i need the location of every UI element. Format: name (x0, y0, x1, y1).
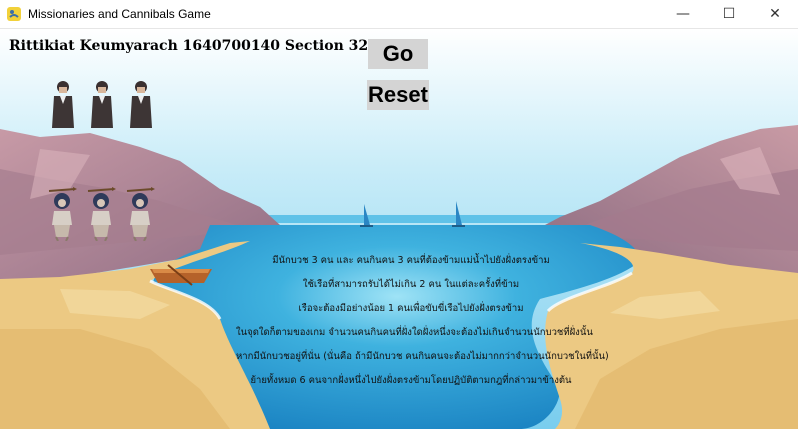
pygame-snake-icon (7, 7, 21, 21)
window-title: Missionaries and Cannibals Game (28, 7, 211, 21)
minimize-button[interactable]: — (660, 0, 706, 28)
rule-line: ใช้เรือที่สามารถรับได้ไม่เกิน 2 คน ในแต่… (302, 279, 520, 290)
reset-button[interactable]: Reset (367, 80, 429, 110)
cannibal-2[interactable] (86, 185, 116, 245)
missionary-1[interactable] (50, 78, 76, 134)
rule-line: หากมีนักบวชอยู่ที่นั่น (นั่นคือ ถ้ามีนัก… (236, 351, 609, 362)
author-credit: Rittikiat Keumyarach 1640700140 Section … (9, 38, 390, 54)
missionary-2[interactable] (89, 78, 115, 134)
close-button[interactable]: ✕ (752, 0, 798, 28)
rule-line: ย้ายทั้งหมด 6 คนจากฝั่งหนึ่งไปยังฝั่งตรง… (250, 375, 572, 386)
rule-line: มีนักบวช 3 คน และ คนกินคน 3 คนที่ต้องข้า… (272, 255, 550, 266)
rules-text: มีนักบวช 3 คน และ คนกินคน 3 คนที่ต้องข้า… (236, 249, 609, 393)
rowboat[interactable] (148, 263, 214, 291)
go-button[interactable]: Go (368, 39, 428, 69)
maximize-button[interactable]: ☐ (706, 0, 752, 28)
missionary-3[interactable] (128, 78, 154, 134)
rule-line: เรือจะต้องมีอย่างน้อย 1 คนเพื่อขับขี่เรื… (298, 303, 524, 314)
cannibal-1[interactable] (47, 185, 77, 245)
cannibal-3[interactable] (125, 185, 155, 245)
rule-line: ในจุดใดก็ตามของเกม จำนวนคนกินคนที่ฝั่งใด… (236, 327, 593, 338)
title-bar: Missionaries and Cannibals Game — ☐ ✕ (0, 0, 798, 29)
